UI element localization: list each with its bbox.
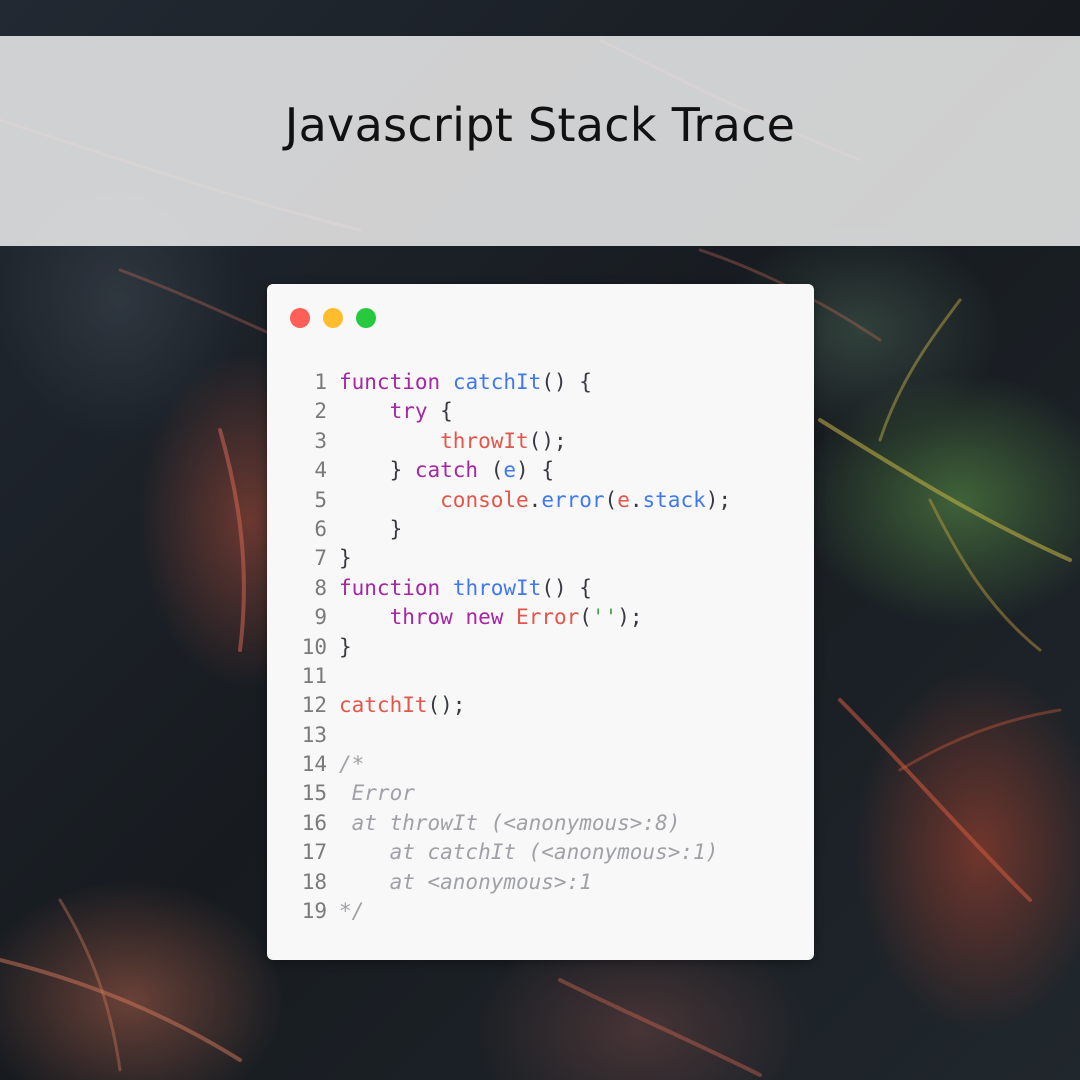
code-line: 19 */ [295, 897, 731, 926]
line-number: 9 [314, 605, 327, 630]
code-token: () { [541, 370, 592, 394]
code-token: e [503, 458, 517, 483]
line-number: 17 [301, 840, 327, 865]
code-token: ( [579, 605, 592, 630]
code-token: catchIt [339, 693, 428, 718]
line-number: 4 [314, 458, 327, 483]
code-token: console [440, 487, 529, 512]
code-token: function [339, 370, 441, 394]
line-number: 11 [301, 663, 327, 688]
line-number: 1 [314, 370, 327, 394]
code-token: throw [389, 605, 453, 630]
minimize-window-dot-icon[interactable] [323, 308, 343, 328]
code-line: 1 function catchIt() { [295, 368, 731, 397]
code-line: 15 Error [295, 779, 731, 808]
line-number: 2 [314, 399, 327, 424]
code-token: . [528, 487, 542, 512]
line-number: 3 [314, 428, 327, 453]
code-token: { [427, 399, 453, 424]
line-number: 14 [301, 752, 327, 777]
code-line: 9 throw new Error(''); [295, 603, 731, 632]
code-token: () { [541, 575, 592, 600]
close-window-dot-icon[interactable] [290, 308, 310, 328]
code-token: } [339, 516, 403, 541]
code-token: catch [414, 458, 479, 483]
code-token: try [389, 399, 428, 424]
code-token: throwIt [452, 575, 542, 600]
line-number: 5 [314, 487, 327, 512]
code-token: at <anonymous>:1 [339, 869, 592, 894]
line-number: 8 [314, 575, 327, 600]
line-number: 19 [301, 899, 327, 924]
code-line: 8 function throwIt() { [295, 574, 731, 603]
code-token: at catchIt (<anonymous>:1) [339, 840, 719, 865]
code-token: catchIt [452, 370, 542, 394]
maximize-window-dot-icon[interactable] [356, 308, 376, 328]
code-line: 17 at catchIt (<anonymous>:1) [295, 838, 731, 867]
code-token: } [339, 546, 352, 571]
code-token: ) { [516, 458, 554, 483]
code-line: 2 try { [295, 397, 731, 426]
page-title: Javascript Stack Trace [284, 98, 796, 152]
code-token: function [339, 575, 441, 600]
code-token: /* [339, 752, 365, 777]
line-number: 10 [301, 634, 327, 659]
code-token: new [465, 605, 504, 630]
code-token: ( [604, 487, 618, 512]
code-token: stack [642, 487, 706, 512]
code-token: Error [516, 605, 580, 630]
line-number: 7 [314, 546, 327, 571]
code-line: 4 } catch (e) { [295, 456, 731, 485]
code-line: 16 at throwIt (<anonymous>:8) [295, 809, 731, 838]
code-token: ( [478, 458, 504, 483]
code-token: at throwIt (<anonymous>:8) [339, 810, 681, 835]
code-token: (); [528, 428, 567, 453]
line-number: 16 [301, 810, 327, 835]
code-token: '' [591, 605, 618, 630]
code-token: (); [427, 693, 466, 718]
code-token: e [617, 487, 630, 512]
line-number: 15 [301, 781, 327, 806]
code-token: } [339, 634, 352, 659]
code-line: 6 } [295, 515, 731, 544]
line-number: 13 [301, 722, 327, 747]
line-number: 18 [301, 869, 327, 894]
line-number: 12 [301, 693, 327, 718]
code-token: } [339, 458, 415, 483]
code-line: 11 [295, 662, 731, 691]
code-line: 18 at <anonymous>:1 [295, 868, 731, 897]
code-line: 13 [295, 721, 731, 750]
code-line: 5 console.error(e.stack); [295, 486, 731, 515]
code-block: 1 function catchIt() {2 try {3 throwIt();… [295, 368, 731, 926]
code-token: ); [617, 605, 643, 630]
code-line: 12 catchIt(); [295, 691, 731, 720]
code-line: 10} [295, 633, 731, 662]
line-number: 6 [314, 516, 327, 541]
code-line: 3 throwIt(); [295, 427, 731, 456]
code-line: 14 /* [295, 750, 731, 779]
code-token: throwIt [440, 428, 529, 453]
code-token: error [541, 487, 605, 512]
code-token: Error [339, 781, 415, 806]
code-window: 1 function catchIt() {2 try {3 throwIt();… [267, 284, 814, 960]
code-line: 7} [295, 544, 731, 573]
code-token: ); [705, 487, 732, 512]
code-token: */ [339, 899, 365, 924]
code-token: . [629, 487, 643, 512]
